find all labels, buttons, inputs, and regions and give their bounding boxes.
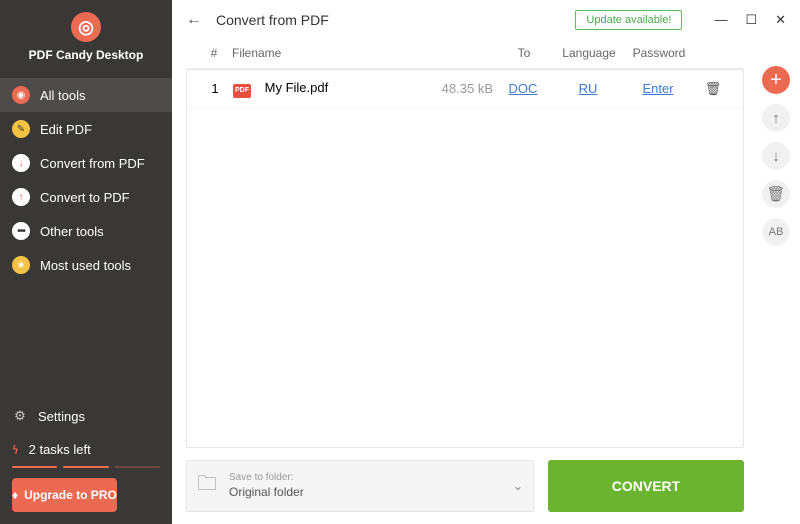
add-file-button[interactable]: + (762, 66, 790, 94)
gear-icon: ⚙ (12, 408, 28, 424)
col-filename-header: Filename (232, 46, 424, 60)
sidebar-item-label: Edit PDF (40, 122, 92, 137)
content-area: # Filename To Language Password 1 PDF My… (172, 36, 800, 448)
row-size: 48.35 kB (423, 81, 493, 96)
close-button[interactable]: ✕ (775, 12, 786, 28)
row-filename: PDF My File.pdf (233, 80, 423, 98)
move-up-button[interactable]: ↑ (762, 104, 790, 132)
sidebar-item-edit-pdf[interactable]: ✎ Edit PDF (0, 112, 172, 146)
maximize-button[interactable]: ☐ (745, 12, 757, 28)
sidebar-item-convert-to[interactable]: ↑ Convert to PDF (0, 180, 172, 214)
save-folder-text: Save to folder: Original folder (229, 472, 304, 501)
trash-icon: 🗑 (705, 81, 722, 96)
sidebar-item-label: Convert from PDF (40, 156, 145, 171)
arrow-down-icon: ↓ (772, 148, 780, 165)
folder-icon: 🗀 (197, 469, 217, 503)
back-button[interactable]: ← (186, 11, 202, 29)
row-password-button[interactable]: Enter (623, 81, 693, 96)
sidebar-item-all-tools[interactable]: ◉ All tools (0, 78, 172, 112)
sidebar: ◎ PDF Candy Desktop ◉ All tools ✎ Edit P… (0, 0, 172, 524)
tasks-label: 2 tasks left (29, 442, 91, 457)
sidebar-item-label: Most used tools (40, 258, 131, 273)
dots-icon: ••• (12, 222, 30, 240)
settings-label: Settings (38, 409, 85, 424)
row-num: 1 (197, 81, 233, 96)
sidebar-item-most-used[interactable]: ★ Most used tools (0, 248, 172, 282)
clear-all-button[interactable]: 🗑 (762, 180, 790, 208)
app-title: PDF Candy Desktop (0, 48, 172, 62)
col-delete-header (694, 46, 734, 60)
plus-icon: + (770, 69, 782, 92)
col-language-header: Language (554, 46, 624, 60)
pdf-icon: PDF (233, 84, 251, 98)
diamond-icon: ♦ (12, 488, 18, 502)
download-icon: ↓ (12, 154, 30, 172)
rename-button[interactable]: AB (762, 218, 790, 246)
page-title: Convert from PDF (216, 12, 329, 28)
titlebar: ← Convert from PDF Update available! — ☐… (172, 0, 800, 36)
app-logo-icon: ◎ (71, 12, 101, 42)
filename-text: My File.pdf (265, 80, 329, 95)
upgrade-label: Upgrade to PRO (24, 488, 117, 502)
arrow-up-icon: ↑ (772, 110, 780, 127)
footer: 🗀 Save to folder: Original folder ⌄ CONV… (172, 448, 800, 524)
save-folder-select[interactable]: 🗀 Save to folder: Original folder ⌄ (186, 460, 534, 512)
settings-button[interactable]: ⚙ Settings (0, 400, 172, 432)
col-to-header: To (494, 46, 554, 60)
save-folder-label: Save to folder: (229, 472, 304, 483)
convert-button[interactable]: CONVERT (548, 460, 744, 512)
star-icon: ★ (12, 256, 30, 274)
tasks-progress (12, 466, 160, 468)
col-password-header: Password (624, 46, 694, 60)
sidebar-item-label: Other tools (40, 224, 104, 239)
link-icon: 𐓏 (12, 440, 19, 458)
row-language-select[interactable]: RU (553, 81, 623, 96)
row-delete-button[interactable]: 🗑 (693, 81, 733, 97)
col-num-header: # (196, 46, 232, 60)
sidebar-nav: ◉ All tools ✎ Edit PDF ↓ Convert from PD… (0, 78, 172, 282)
upload-icon: ↑ (12, 188, 30, 206)
window-controls: — ☐ ✕ (714, 12, 786, 28)
main-panel: ← Convert from PDF Update available! — ☐… (172, 0, 800, 524)
upgrade-button[interactable]: ♦ Upgrade to PRO (12, 478, 117, 512)
table-header: # Filename To Language Password (186, 36, 744, 69)
move-down-button[interactable]: ↓ (762, 142, 790, 170)
right-toolbar: + ↑ ↓ 🗑 AB (762, 66, 790, 246)
sidebar-item-other[interactable]: ••• Other tools (0, 214, 172, 248)
row-to-select[interactable]: DOC (493, 81, 553, 96)
trash-icon: 🗑 (766, 185, 785, 203)
logo-area: ◎ PDF Candy Desktop (0, 0, 172, 70)
ab-icon: AB (769, 226, 784, 238)
pencil-icon: ✎ (12, 120, 30, 138)
sidebar-item-label: Convert to PDF (40, 190, 130, 205)
sidebar-bottom: ⚙ Settings 𐓏 2 tasks left ♦ Upgrade to P… (0, 400, 172, 524)
col-size-header (424, 46, 494, 60)
file-list: 1 PDF My File.pdf 48.35 kB DOC RU Enter … (186, 69, 744, 448)
save-folder-value: Original folder (229, 485, 304, 499)
minimize-button[interactable]: — (714, 12, 727, 28)
chevron-down-icon: ⌄ (513, 479, 523, 493)
grid-icon: ◉ (12, 86, 30, 104)
tasks-left: 𐓏 2 tasks left (0, 432, 172, 466)
update-badge[interactable]: Update available! (575, 10, 682, 30)
sidebar-item-label: All tools (40, 88, 86, 103)
sidebar-item-convert-from[interactable]: ↓ Convert from PDF (0, 146, 172, 180)
table-row: 1 PDF My File.pdf 48.35 kB DOC RU Enter … (187, 70, 743, 109)
